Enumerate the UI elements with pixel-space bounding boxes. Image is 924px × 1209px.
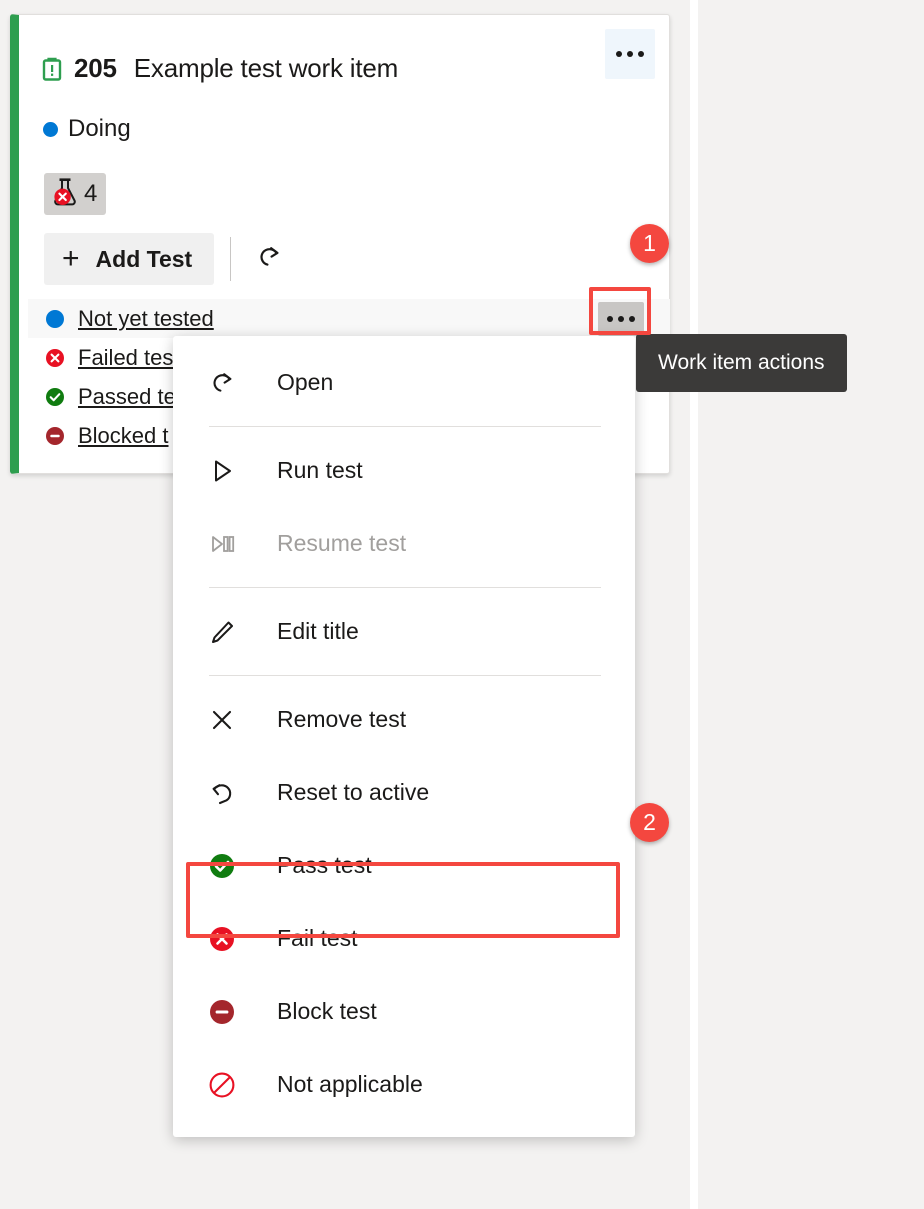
menu-divider <box>209 675 601 676</box>
menu-item-label: Reset to active <box>277 779 430 805</box>
menu-item-label: Open <box>277 369 334 395</box>
menu-divider <box>209 587 601 588</box>
test-context-menu[interactable]: Open Run test Resume test Edit title Rem… <box>173 336 635 1137</box>
menu-item-label: Resume test <box>277 530 407 556</box>
open-arrow-icon <box>207 368 255 398</box>
test-toolbar: + Add Test <box>44 233 291 285</box>
menu-item-not-applicable[interactable]: Not applicable <box>173 1048 635 1121</box>
menu-item-fail-test[interactable]: Fail test <box>173 902 635 975</box>
blocked-icon <box>44 425 66 447</box>
work-item-id: 205 <box>74 53 117 83</box>
test-title[interactable]: Not yet tested <box>78 306 214 332</box>
menu-item-open[interactable]: Open <box>173 346 635 419</box>
menu-item-remove-test[interactable]: Remove test <box>173 683 635 756</box>
redo-arrow-icon <box>254 242 284 277</box>
menu-item-block-test[interactable]: Block test <box>173 975 635 1048</box>
menu-item-reset-to-active[interactable]: Reset to active <box>173 756 635 829</box>
pass-check-icon <box>207 851 255 881</box>
plus-icon: + <box>62 242 80 275</box>
not-run-icon <box>44 308 66 330</box>
dot <box>607 315 613 322</box>
work-item-title-row: 205 Example test work item <box>41 53 398 84</box>
work-item-actions-tooltip: Work item actions <box>636 334 847 392</box>
user-story-icon <box>41 57 63 81</box>
test-title[interactable]: Blocked t <box>78 423 169 449</box>
dot <box>616 51 622 57</box>
menu-item-resume-test: Resume test <box>173 507 635 580</box>
menu-item-label: Block test <box>277 998 377 1024</box>
annotation-badge-1: 1 <box>630 224 669 263</box>
add-test-button[interactable]: + Add Test <box>44 233 215 285</box>
menu-item-label: Pass test <box>277 852 372 878</box>
work-item-state: Doing <box>68 115 131 142</box>
menu-item-label: Remove test <box>277 706 407 732</box>
play-icon <box>207 456 255 486</box>
test-count-badge[interactable]: 4 <box>44 173 107 215</box>
state-dot-icon <box>43 121 58 137</box>
block-minus-icon <box>207 997 255 1027</box>
dot <box>618 315 624 322</box>
refresh-tests-button[interactable] <box>247 237 291 281</box>
menu-item-run-test[interactable]: Run test <box>173 434 635 507</box>
test-title[interactable]: Failed tes <box>78 345 173 371</box>
close-x-icon <box>207 705 255 735</box>
menu-item-label: Fail test <box>277 925 358 951</box>
board-column-right <box>698 0 924 1209</box>
test-count-value: 4 <box>84 180 98 207</box>
fail-x-icon <box>207 924 255 954</box>
menu-item-label: Edit title <box>277 618 359 644</box>
not-applicable-icon <box>207 1070 255 1100</box>
test-title[interactable]: Passed te <box>78 384 176 410</box>
dot <box>638 51 644 57</box>
menu-item-label: Run test <box>277 457 363 483</box>
pencil-icon <box>207 617 255 647</box>
menu-item-edit-title[interactable]: Edit title <box>173 595 635 668</box>
card-more-actions-icon[interactable] <box>605 29 655 79</box>
dot <box>629 315 635 322</box>
add-test-label: Add Test <box>95 245 193 272</box>
work-item-title[interactable]: Example test work item <box>134 53 399 84</box>
test-item-more-actions-icon[interactable] <box>598 301 644 336</box>
work-item-state-row: Doing <box>43 115 131 143</box>
play-pause-icon <box>207 529 255 559</box>
toolbar-divider <box>230 237 232 281</box>
annotation-badge-2: 2 <box>630 803 669 842</box>
failed-icon <box>44 347 66 369</box>
menu-item-pass-test[interactable]: Pass test <box>173 829 635 902</box>
test-list-item-not-yet-tested[interactable]: Not yet tested <box>28 299 670 338</box>
beaker-failed-icon <box>50 176 80 213</box>
passed-icon <box>44 386 66 408</box>
menu-divider <box>209 426 601 427</box>
board-column-divider <box>690 0 698 1209</box>
menu-item-label: Not applicable <box>277 1071 423 1097</box>
dot <box>627 51 633 57</box>
undo-arrow-icon <box>207 778 255 808</box>
